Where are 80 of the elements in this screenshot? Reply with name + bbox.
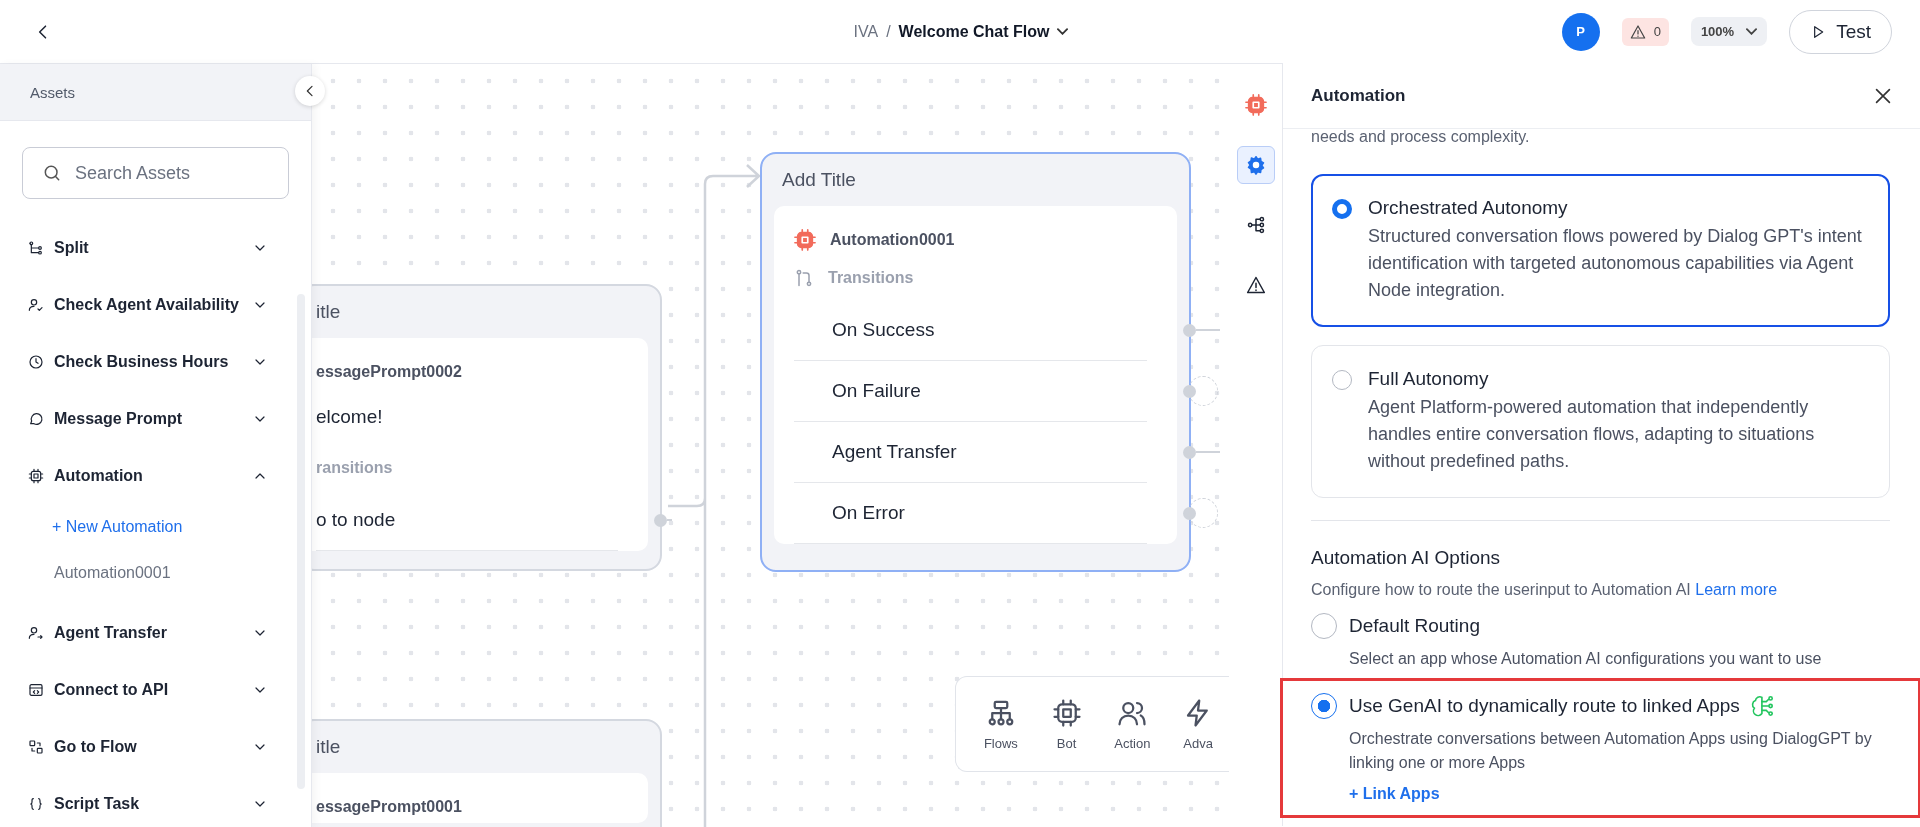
user-arrow-icon: [28, 624, 44, 641]
warnings-badge[interactable]: 0: [1621, 17, 1669, 46]
chat-bubble-icon: [28, 410, 44, 427]
breadcrumb-separator: /: [886, 22, 891, 41]
palette-item[interactable]: Adva: [1167, 677, 1229, 771]
mode-description: Structured conversation flows powered by Dialog GPT's intent identification with targeted autonomous capabilities via Agent Node integration.: [1368, 225, 1863, 302]
flow-node[interactable]: itle essagePrompt0002 elcome! ransitions o to node: [312, 284, 662, 571]
flow-node[interactable]: Add Title Automation0001 Transitions On Success On Failure Agent Transfer On Error: [760, 152, 1191, 572]
test-button[interactable]: Test: [1789, 9, 1892, 54]
search-icon: [42, 163, 62, 183]
transitions-label: Transitions: [828, 269, 914, 287]
settings-icon: [1246, 155, 1266, 175]
warning-icon: [1629, 23, 1646, 40]
mode-card[interactable]: Full Autonomy Agent Platform-powered automation that independently handles entire conversation flows, adapting to situations without predefined paths.: [1311, 345, 1890, 498]
option-title: Use GenAI to dynamically route to linked Apps: [1349, 695, 1740, 717]
mode-title: Full Autonomy: [1368, 368, 1490, 390]
asset-category[interactable]: Agent Transfer: [28, 604, 308, 661]
mode-card[interactable]: Orchestrated Autonomy Structured conversation flows powered by Dialog GPT's intent identification with targeted autonomous capabilities via Agent Node integration.: [1311, 174, 1890, 327]
transition-label: o to node: [316, 509, 396, 531]
radio-button[interactable]: [1332, 199, 1352, 219]
zoom-dropdown[interactable]: 100%: [1690, 17, 1768, 46]
chip-icon: [28, 467, 44, 484]
palette-item[interactable]: Bot: [1035, 677, 1098, 771]
mode-description: Agent Platform-powered automation that independently handles entire conversation flows, adapting to situations without predefined paths.: [1368, 396, 1816, 473]
transition-icon: [794, 268, 814, 288]
option-title: Default Routing: [1349, 615, 1480, 637]
braces-icon: [28, 795, 44, 812]
section-description: Configure how to route the userinput to Automation AI Learn more: [1311, 581, 1779, 599]
node-title: itle: [316, 736, 341, 758]
panel-intro: needs and process complexity.: [1311, 128, 1531, 146]
user-avatar[interactable]: P: [1561, 12, 1600, 51]
node-message: elcome!: [316, 405, 384, 429]
breadcrumb-link[interactable]: IVA: [853, 22, 879, 41]
transitions-label: ransitions: [316, 459, 393, 477]
section-title: Automation AI Options: [1311, 547, 1502, 569]
chip-icon: [794, 229, 816, 251]
palette-item[interactable]: Flows: [970, 677, 1032, 771]
node-asset-name: essagePrompt0002: [316, 363, 462, 381]
node-title: Add Title: [782, 169, 856, 191]
asset-category[interactable]: Script Task: [28, 775, 308, 827]
radio-button[interactable]: [1332, 370, 1352, 390]
radio-button[interactable]: [1311, 613, 1337, 639]
transition-label: On Failure: [832, 380, 921, 402]
asset-item[interactable]: Automation0001: [28, 550, 311, 596]
link-apps-button[interactable]: + Link Apps: [1349, 785, 1440, 803]
chip-icon: [1245, 94, 1267, 116]
chip-icon: [1051, 697, 1082, 728]
warning-icon: [1246, 275, 1266, 295]
flow-icon: [28, 738, 44, 755]
palette-item[interactable]: Action: [1101, 677, 1164, 771]
node-asset-name: Automation0001: [830, 231, 955, 249]
node-title: itle: [316, 301, 341, 323]
transition-label: On Success: [832, 319, 935, 341]
caret-icon: [1057, 28, 1069, 35]
split-icon: [28, 239, 44, 256]
flow-node[interactable]: itle essagePrompt0001: [312, 719, 662, 827]
asset-category[interactable]: Check Business Hours: [28, 333, 308, 390]
search-field[interactable]: Search Assets: [22, 147, 289, 199]
asset-category[interactable]: Connect to API: [28, 661, 308, 718]
panel-title: Automation: [1311, 85, 1406, 106]
asset-category[interactable]: Automation: [28, 447, 308, 504]
transition-label: On Error: [832, 502, 905, 524]
flow-title[interactable]: Welcome Chat Flow: [898, 22, 1050, 41]
code-window-icon: [28, 681, 44, 698]
node-asset-name: essagePrompt0001: [316, 798, 462, 816]
mode-title: Orchestrated Autonomy: [1368, 197, 1569, 219]
radio-button[interactable]: [1311, 693, 1337, 719]
new-asset-link[interactable]: + New Automation: [28, 504, 311, 550]
asset-category[interactable]: Go to Flow: [28, 718, 308, 775]
asset-category[interactable]: Split: [28, 219, 308, 276]
branch-icon: [1246, 215, 1266, 235]
clock-icon: [28, 353, 44, 370]
sidebar-title: Assets: [30, 83, 75, 101]
user-check-icon: [28, 296, 44, 313]
learn-more-link[interactable]: Learn more: [1695, 581, 1778, 598]
option-description: Select an app whose Automation AI configurations you want to use: [1349, 649, 1822, 669]
asset-category[interactable]: Check Agent Availability: [28, 276, 308, 333]
transition-label: Agent Transfer: [832, 441, 957, 463]
option-description: Orchestrate conversations between Automation Apps using DialogGPT by linking one or more Apps: [1349, 729, 1873, 773]
caret-icon: [1746, 28, 1758, 35]
